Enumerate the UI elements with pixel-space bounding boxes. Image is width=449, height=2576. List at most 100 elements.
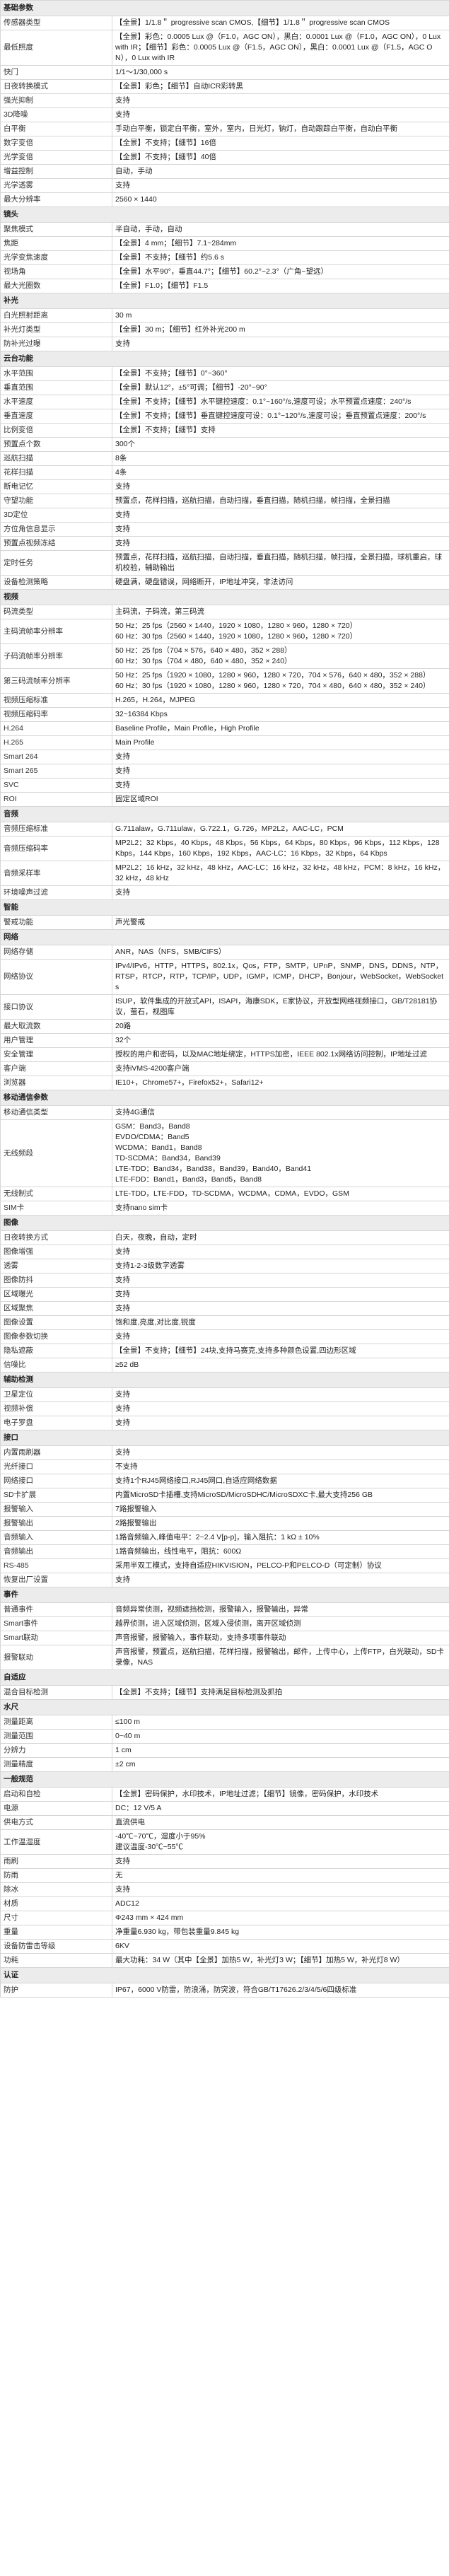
spec-value: 支持	[112, 93, 449, 108]
spec-value: 声音报警，预置点，巡航扫描，花样扫描，报警输出，邮件，上传中心，上传FTP，白光…	[112, 1645, 449, 1670]
spec-row: 视频补偿 支持	[0, 1401, 449, 1416]
section-header: 辅助检测	[0, 1372, 449, 1388]
spec-row: 定时任务 预置点，花样扫描，巡航扫描，自动扫描，垂直扫描，随机扫描，帧扫描，全景扫…	[0, 550, 449, 576]
spec-row: 音频输出 1路音频输出，线性电平，阻抗：600Ω	[0, 1544, 449, 1559]
spec-row: 水平速度 【全景】不支持；【细节】水平键控速度：0.1°~160°/s,速度可设；…	[0, 395, 449, 409]
spec-value: MP2L2：32 Kbps，40 Kbps，48 Kbps，56 Kbps，64…	[112, 836, 449, 861]
spec-row: 分辨力 1 cm	[0, 1743, 449, 1758]
spec-value: 【全景】30 m；【细节】红外补光200 m	[112, 322, 449, 337]
spec-row: 设备防雷击等级 6KV	[0, 1939, 449, 1954]
section-header: 事件	[0, 1587, 449, 1603]
spec-label: 无线制式	[0, 1187, 112, 1201]
spec-row: Smart 265 支持	[0, 764, 449, 779]
spec-row: SIM卡 支持nano sim卡	[0, 1201, 449, 1216]
spec-value: 支持	[112, 522, 449, 537]
spec-row: 网络存储 ANR，NAS（NFS，SMB/CIFS）	[0, 945, 449, 960]
spec-value: 【全景】不支持；【细节】16倍	[112, 136, 449, 151]
spec-label: 音频压缩码率	[0, 836, 112, 861]
spec-value: 【全景】不支持；【细节】40倍	[112, 150, 449, 165]
section-header: 智能	[0, 899, 449, 916]
spec-row: 白平衡 手动白平衡，锁定白平衡，室外，室内，日光灯，钠灯，自动跟踪白平衡，自动白平…	[0, 122, 449, 136]
spec-label: 信噪比	[0, 1358, 112, 1372]
spec-row: 焦距 【全景】4 mm；【细节】7.1~284mm	[0, 236, 449, 251]
section-title: 补光	[0, 293, 449, 309]
spec-label: 重量	[0, 1925, 112, 1940]
spec-label: 增益控制	[0, 164, 112, 179]
spec-value: 支持	[112, 750, 449, 764]
spec-label: RS-485	[0, 1558, 112, 1573]
spec-label: 恢复出厂设置	[0, 1573, 112, 1587]
spec-value: 无	[112, 1868, 449, 1883]
spec-label: Smart 264	[0, 750, 112, 764]
spec-value: ≤100 m	[112, 1715, 449, 1730]
spec-label: Smart 265	[0, 764, 112, 779]
spec-value: 【全景】4 mm；【细节】7.1~284mm	[112, 236, 449, 251]
spec-value: 支持	[112, 337, 449, 351]
spec-row: Smart 264 支持	[0, 750, 449, 764]
spec-label: 环境噪声过滤	[0, 885, 112, 900]
spec-label: 方位角信息显示	[0, 522, 112, 537]
section-title: 事件	[0, 1587, 449, 1603]
spec-row: RS-485 采用半双工模式，支持自适应HIKVISION，PELCO-P和PEL…	[0, 1558, 449, 1573]
spec-value: 32~16384 Kbps	[112, 707, 449, 722]
spec-row: 防补光过曝 支持	[0, 337, 449, 351]
spec-row: 图像防抖 支持	[0, 1273, 449, 1288]
spec-row: 方位角信息显示 支持	[0, 522, 449, 537]
spec-row: 用户管理 32个	[0, 1033, 449, 1048]
spec-label: 设备防雷击等级	[0, 1939, 112, 1954]
spec-label: 光纤接口	[0, 1459, 112, 1474]
spec-value: 手动白平衡，锁定白平衡，室外，室内，日光灯，钠灯，自动跟踪白平衡，自动白平衡	[112, 122, 449, 136]
spec-label: 报警联动	[0, 1645, 112, 1670]
section-title: 镜头	[0, 206, 449, 223]
spec-label: 花样扫描	[0, 465, 112, 480]
spec-row: Smart事件 越界侦测，进入区域侦测，区域入侵侦测，离开区域侦测	[0, 1616, 449, 1631]
spec-label: 快门	[0, 65, 112, 80]
section-header: 认证	[0, 1967, 449, 1983]
spec-value: 支持	[112, 1245, 449, 1259]
spec-row: 增益控制 自动，手动	[0, 164, 449, 179]
spec-row: 报警输出 2路报警输出	[0, 1516, 449, 1531]
spec-row: 视场角 【全景】水平90°，垂直44.7°；【细节】60.2°~2.3°（广角~望…	[0, 264, 449, 279]
spec-label: 音频采样率	[0, 861, 112, 886]
spec-label: 音频压缩标准	[0, 822, 112, 837]
spec-value: 2路报警输出	[112, 1516, 449, 1531]
spec-value: 支持	[112, 107, 449, 122]
spec-label: 数字变倍	[0, 136, 112, 151]
section-title: 接口	[0, 1430, 449, 1446]
spec-row: 隐私遮蔽 【全景】不支持；【细节】24块,支持马赛克,支持多种颜色设置,四边形区域	[0, 1344, 449, 1358]
spec-label: 测量精度	[0, 1757, 112, 1772]
spec-value: Main Profile	[112, 735, 449, 750]
spec-label: 客户端	[0, 1061, 112, 1076]
spec-value: 50 Hz：25 fps（2560 × 1440，1920 × 1080，128…	[112, 619, 449, 644]
spec-value: 0~40 m	[112, 1729, 449, 1744]
spec-value: 支持4G通信	[112, 1105, 449, 1120]
spec-value: 硬盘满，硬盘错误，网络断开，IP地址冲突，非法访问	[112, 575, 449, 590]
spec-row: 快门 1/1～1/30,000 s	[0, 65, 449, 80]
spec-label: 安全管理	[0, 1047, 112, 1062]
spec-row: 无线频段 GSM：Band3，Band8 EVDO/CDMA：Band5 WCDM…	[0, 1119, 449, 1187]
spec-label: Smart事件	[0, 1616, 112, 1631]
spec-row: 尺寸 Φ243 mm × 424 mm	[0, 1911, 449, 1925]
spec-row: 最低照度 【全景】彩色：0.0005 Lux @（F1.0，AGC ON），黑白：…	[0, 30, 449, 66]
spec-value: GSM：Band3，Band8 EVDO/CDMA：Band5 WCDMA：Ba…	[112, 1119, 449, 1187]
spec-row: 守望功能 预置点，花样扫描，巡航扫描，自动扫描，垂直扫描，随机扫描，帧扫描，全景扫…	[0, 494, 449, 508]
spec-row: 客户端 支持iVMS-4200客户端	[0, 1061, 449, 1076]
spec-label: 移动通信类型	[0, 1105, 112, 1120]
spec-label: 3D定位	[0, 508, 112, 523]
spec-label: 启动和自检	[0, 1787, 112, 1802]
section-title: 图像	[0, 1215, 449, 1231]
spec-label: 网络接口	[0, 1474, 112, 1488]
spec-value: 50 Hz：25 fps（1920 × 1080，1280 × 960，1280…	[112, 668, 449, 694]
spec-row: 聚焦模式 半自动，手动，自动	[0, 222, 449, 237]
spec-label: 尺寸	[0, 1911, 112, 1925]
spec-row: 光学变焦速度 【全景】不支持；【细节】约5.6 s	[0, 250, 449, 265]
spec-value: 32个	[112, 1033, 449, 1048]
spec-row: 区域曝光 支持	[0, 1287, 449, 1302]
section-header: 图像	[0, 1215, 449, 1231]
spec-value: 支持nano sim卡	[112, 1201, 449, 1216]
spec-value: 1路音频输入,峰值电平：2~2.4 V[p-p]，输入阻抗：1 kΩ ± 10%	[112, 1530, 449, 1545]
spec-label: 接口协议	[0, 994, 112, 1020]
section-title: 水尺	[0, 1699, 449, 1715]
spec-label: 视频补偿	[0, 1401, 112, 1416]
spec-label: 最低照度	[0, 30, 112, 66]
